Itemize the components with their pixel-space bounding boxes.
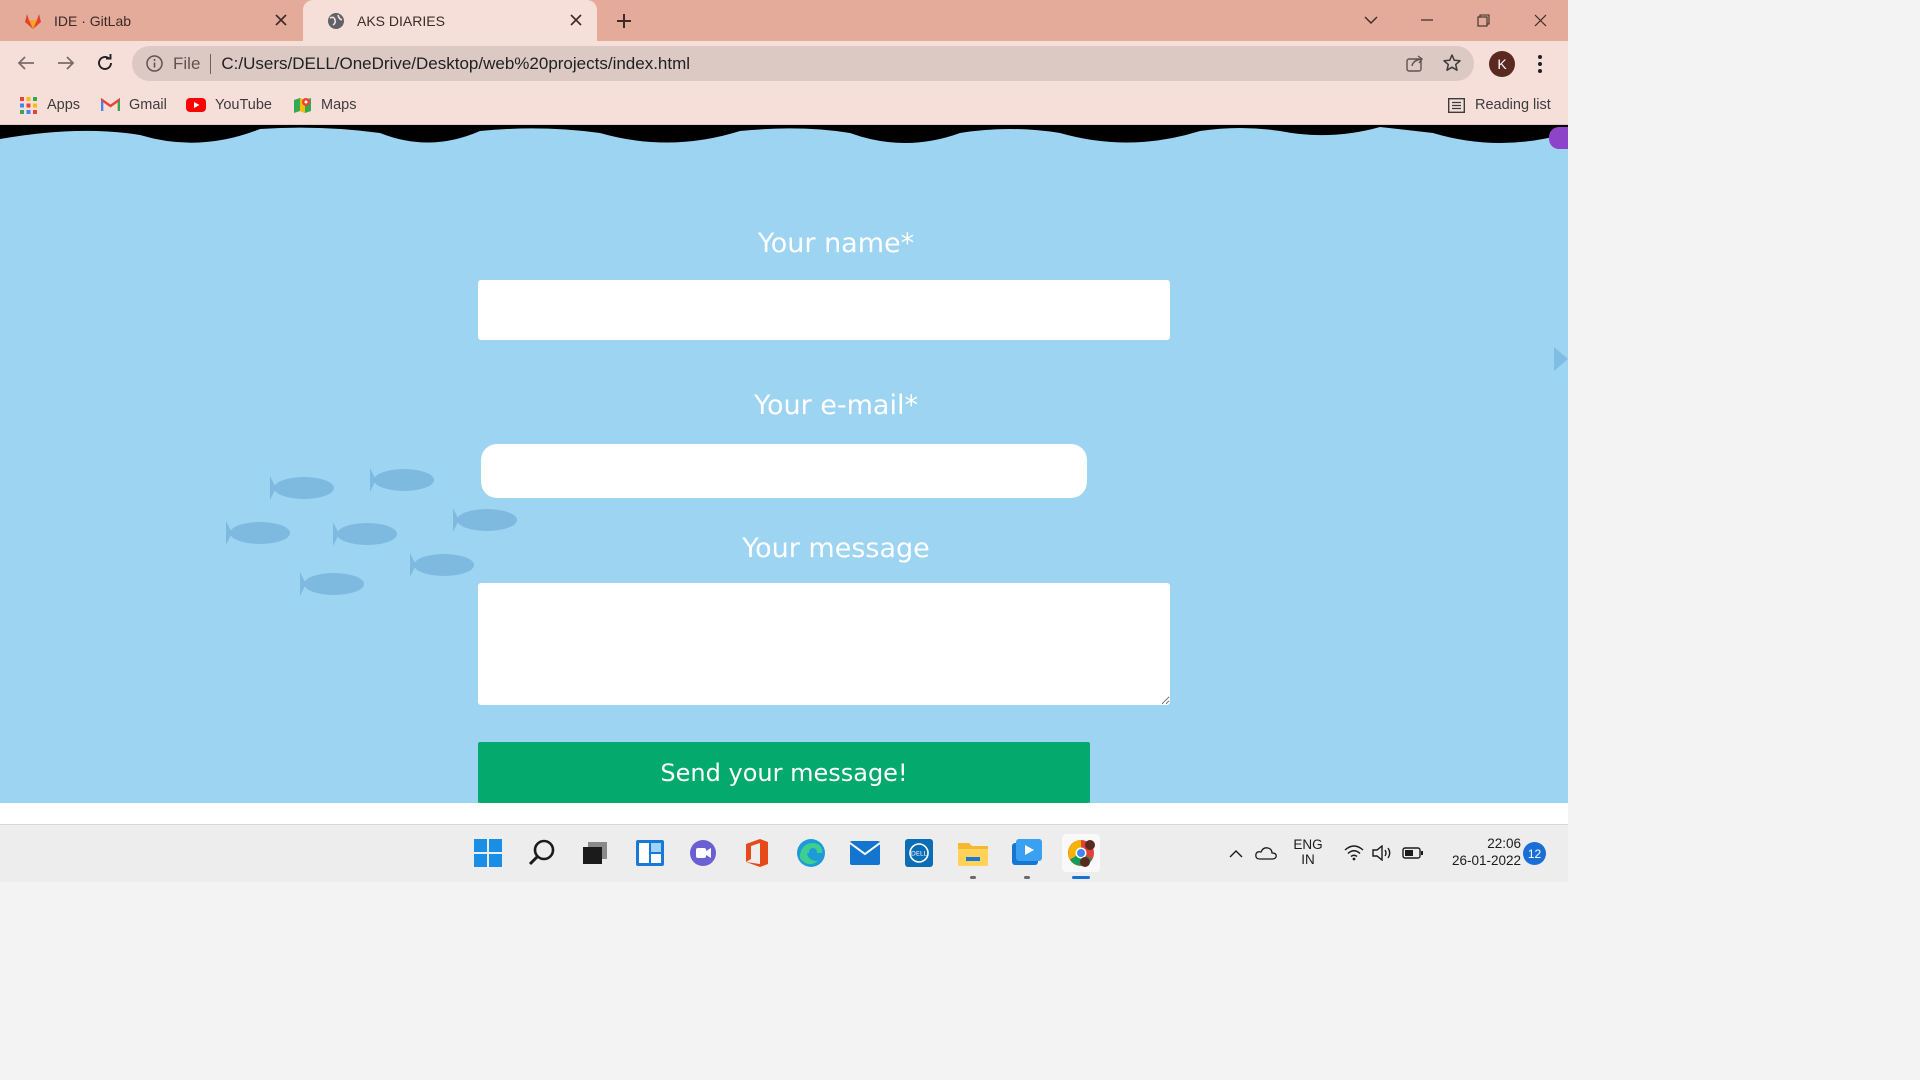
widgets-icon[interactable] (631, 834, 669, 872)
bookmark-gmail[interactable]: Gmail (100, 94, 167, 116)
mail-icon[interactable] (846, 834, 884, 872)
back-button[interactable] (14, 51, 38, 75)
address-bar[interactable]: File C:/Users/DELL/OneDrive/Desktop/web%… (132, 46, 1474, 81)
page-content: Your name* Your e-mail* Your message Sen… (0, 125, 1568, 803)
bookmark-apps[interactable]: Apps (18, 94, 80, 116)
message-field[interactable] (478, 583, 1170, 705)
send-message-button[interactable]: Send your message! (478, 742, 1090, 803)
reload-button[interactable] (93, 51, 117, 75)
clock[interactable]: 22:06 26-01-2022 (1437, 836, 1521, 868)
onedrive-icon[interactable] (1252, 834, 1280, 872)
tab-aks-diaries[interactable]: AKS DIARIES (303, 0, 597, 41)
info-icon[interactable] (145, 55, 163, 73)
windows-start-icon[interactable] (469, 834, 507, 872)
message-label: Your message (742, 533, 930, 564)
tab-search-button[interactable] (1357, 6, 1385, 34)
battery-icon[interactable] (1400, 834, 1426, 872)
clock-date: 26-01-2022 (1451, 853, 1521, 868)
gmail-icon (100, 96, 120, 114)
fish-icon (333, 522, 397, 546)
bookmark-label: Maps (321, 97, 357, 113)
reading-list-icon (1446, 96, 1466, 114)
fish-icon (453, 508, 517, 532)
minimize-button[interactable] (1413, 6, 1441, 34)
fish-icon (410, 553, 474, 577)
notification-badge[interactable]: 12 (1523, 842, 1546, 865)
clock-time: 22:06 (1487, 836, 1521, 851)
file-explorer-icon[interactable] (954, 834, 992, 872)
name-field[interactable] (478, 280, 1170, 340)
globe-icon (327, 12, 345, 30)
svg-text:DELL: DELL (911, 850, 928, 858)
email-label: Your e-mail* (754, 390, 918, 421)
name-label: Your name* (757, 228, 915, 259)
fish-icon (270, 476, 334, 500)
close-tab-icon[interactable] (567, 11, 585, 29)
active-app-indicator (1072, 876, 1090, 879)
page-footer-strip (0, 803, 1568, 824)
volume-icon[interactable] (1370, 834, 1396, 872)
browser-tab-strip: IDE · GitLab AKS DIARIES (0, 0, 1568, 41)
url-scheme-label: File (173, 53, 201, 73)
reading-list-button[interactable]: Reading list (1446, 94, 1551, 116)
language-indicator[interactable]: ENG IN (1290, 837, 1326, 867)
separator (210, 53, 212, 74)
forward-button[interactable] (54, 51, 78, 75)
youtube-icon (186, 96, 206, 114)
language-code: ENG (1293, 837, 1323, 852)
office-icon[interactable] (738, 834, 776, 872)
profile-avatar[interactable]: K (1489, 51, 1515, 77)
chrome-icon[interactable] (1062, 834, 1100, 872)
tab-title: IDE · GitLab (54, 12, 132, 29)
email-field[interactable] (481, 444, 1087, 498)
apps-grid-icon (18, 96, 38, 114)
bookmark-label: YouTube (215, 97, 272, 113)
new-tab-button[interactable] (612, 9, 636, 33)
windows-taskbar: DELL ENG IN 22:06 26-01-2022 12 (0, 824, 1568, 882)
dell-icon[interactable]: DELL (900, 834, 938, 872)
bookmark-label: Apps (47, 97, 81, 113)
fish-icon (226, 521, 290, 545)
maps-icon (292, 96, 312, 114)
running-app-indicator (1024, 876, 1030, 879)
bookmark-youtube[interactable]: YouTube (186, 94, 272, 116)
more-menu-icon[interactable] (1530, 51, 1550, 77)
share-icon[interactable] (1406, 54, 1424, 77)
gitlab-icon (24, 12, 42, 30)
tab-title: AKS DIARIES (357, 12, 445, 29)
bookmarks-bar: Apps Gmail YouTube Maps Reading list (0, 86, 1568, 125)
search-icon[interactable] (523, 834, 561, 872)
fish-icon (370, 468, 434, 492)
media-player-icon[interactable] (1008, 834, 1046, 872)
running-app-indicator (970, 876, 976, 879)
chevron-up-icon[interactable] (1222, 834, 1250, 872)
scroll-indicator[interactable] (1549, 127, 1568, 149)
tab-gitlab[interactable]: IDE · GitLab (0, 0, 302, 41)
close-tab-icon[interactable] (272, 11, 290, 29)
restore-button[interactable] (1469, 6, 1497, 34)
bookmark-maps[interactable]: Maps (292, 94, 356, 116)
bookmark-star-icon[interactable] (1442, 53, 1462, 78)
teams-chat-icon[interactable] (684, 834, 722, 872)
edge-icon[interactable] (792, 834, 830, 872)
side-arrow-icon[interactable] (1554, 347, 1568, 371)
wifi-icon[interactable] (1341, 834, 1367, 872)
url-text[interactable]: C:/Users/DELL/OneDrive/Desktop/web%20pro… (221, 54, 690, 74)
fish-icon (300, 572, 364, 596)
region-code: IN (1301, 852, 1315, 867)
reading-list-label: Reading list (1475, 97, 1551, 113)
wave-top-border (0, 125, 1568, 143)
bookmark-label: Gmail (129, 97, 167, 113)
task-view-icon[interactable] (576, 834, 614, 872)
browser-toolbar: File C:/Users/DELL/OneDrive/Desktop/web%… (0, 41, 1568, 86)
close-window-button[interactable] (1526, 6, 1554, 34)
